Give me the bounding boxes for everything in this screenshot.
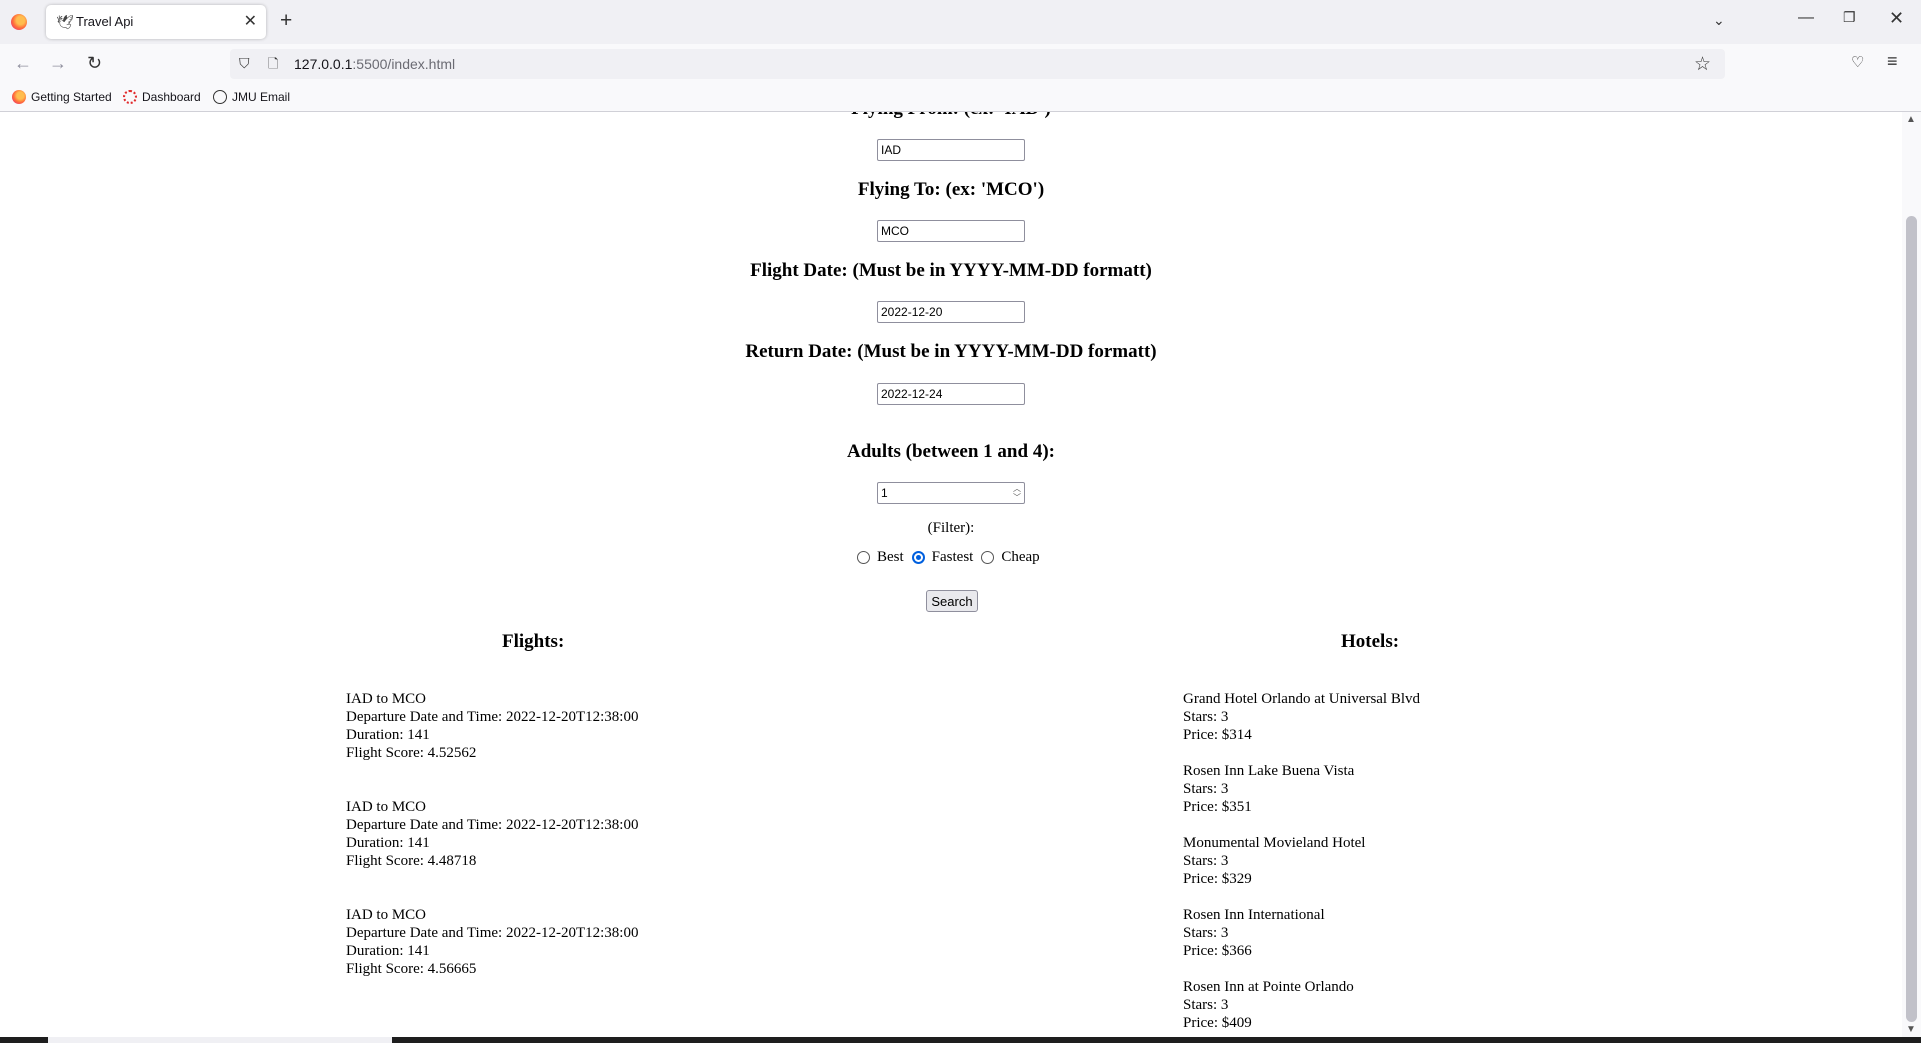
flight-result: IAD to MCO Departure Date and Time: 2022… [346,798,638,870]
url-text[interactable]: 127.0.0.1:5500/index.html [294,56,455,72]
vertical-scrollbar[interactable]: ▲ ▼ [1902,112,1921,1037]
flying-from-label: Flying From: (ex: 'IAD') [0,112,1902,120]
tab-title: Travel Api [76,14,134,29]
bookmark-label: JMU Email [232,90,291,104]
flight-duration: Duration: 141 [346,943,430,959]
flight-duration: Duration: 141 [346,835,430,851]
hotel-result: Rosen Inn Lake Buena Vista Stars: 3 Pric… [1183,762,1354,816]
list-all-tabs-chevron-icon[interactable]: ⌄ [1713,12,1725,29]
firefox-logo-icon[interactable] [11,14,27,30]
hotels-heading: Hotels: [1341,631,1400,652]
pocket-icon[interactable]: ♡ [1851,53,1864,71]
forward-arrow-icon[interactable]: → [49,52,67,74]
hotel-stars: Stars: 3 [1183,781,1229,797]
flight-date-label: Flight Date: (Must be in YYYY-MM-DD form… [750,260,1152,281]
radio-cheap[interactable] [981,551,995,564]
dashboard-bookmark-icon [123,90,137,104]
flying-from-input[interactable] [877,139,1025,161]
hotel-result: Grand Hotel Orlando at Universal Blvd St… [1183,690,1420,744]
radio-fastest[interactable] [911,551,925,564]
radio-best-label[interactable]: Best [877,549,904,566]
scroll-up-arrow-icon[interactable]: ▲ [1906,114,1916,125]
reload-icon[interactable]: ↻ [87,52,102,74]
navigation-bar: ← → ↻ ⛉ 🗋 127.0.0.1:5500/index.html ☆ ♡ … [0,44,1921,84]
hotel-stars: Stars: 3 [1183,709,1229,725]
return-date-label: Return Date: (Must be in YYYY-MM-DD form… [745,341,1157,362]
browser-chrome: 🕊 Travel Api ✕ + ⌄ — ❐ ✕ ← → ↻ ⛉ 🗋 127.0… [0,0,1921,112]
hotel-name: Rosen Inn International [1183,907,1325,923]
bookmarks-toolbar: Getting Started Dashboard JMU Email [0,84,1921,112]
hotel-result: Monumental Movieland Hotel Stars: 3 Pric… [1183,834,1365,888]
flights-heading: Flights: [502,631,565,652]
hotel-result: Rosen Inn International Stars: 3 Price: … [1183,906,1325,960]
tab-strip: 🕊 Travel Api ✕ + ⌄ — ❐ ✕ [0,0,1921,44]
flight-result: IAD to MCO Departure Date and Time: 2022… [346,906,638,978]
flight-duration: Duration: 141 [346,727,430,743]
hotel-result: Rosen Inn at Pointe Orlando Stars: 3 Pri… [1183,978,1354,1032]
hotel-price: Price: $329 [1183,871,1252,887]
flying-to-input[interactable] [877,220,1025,242]
window-close-icon[interactable]: ✕ [1889,8,1904,29]
radio-best[interactable] [857,551,870,564]
page-info-icon[interactable]: 🗋 [268,55,278,77]
filter-label: (Filter): [927,520,975,536]
bookmark-dashboard[interactable]: Dashboard [123,90,201,104]
tab-travel-api[interactable]: 🕊 Travel Api ✕ [46,5,266,39]
flight-result: IAD to MCO Departure Date and Time: 2022… [346,690,638,762]
flight-date-input[interactable] [877,301,1025,323]
return-date-input[interactable] [877,383,1025,405]
scroll-down-arrow-icon[interactable]: ▼ [1906,1024,1916,1035]
radio-fastest-label[interactable]: Fastest [932,549,974,566]
bookmark-getting-started[interactable]: Getting Started [12,90,112,104]
hotel-name: Rosen Inn Lake Buena Vista [1183,763,1355,779]
adults-number-input[interactable]: 1 ︿ ﹀ [877,482,1025,504]
back-arrow-icon[interactable]: ← [14,52,32,74]
hotel-price: Price: $409 [1183,1015,1252,1031]
flight-departure: Departure Date and Time: 2022-12-20T12:3… [346,817,639,833]
page-content: Flying From: (ex: 'IAD') Flying To: (ex:… [0,112,1902,1037]
radio-cheap-label[interactable]: Cheap [1001,549,1039,566]
hotel-price: Price: $314 [1183,727,1252,743]
bookmark-label: Getting Started [31,90,112,104]
flight-score: Flight Score: 4.56665 [346,961,477,977]
globe-icon [213,90,227,104]
bookmark-star-icon[interactable]: ☆ [1694,53,1711,76]
hotel-name: Rosen Inn at Pointe Orlando [1183,979,1354,995]
hotel-stars: Stars: 3 [1183,925,1229,941]
hotel-name: Grand Hotel Orlando at Universal Blvd [1183,691,1421,707]
hotel-name: Monumental Movieland Hotel [1183,835,1366,851]
bookmark-jmu-email[interactable]: JMU Email [213,90,290,104]
search-button[interactable]: Search [926,590,978,612]
hotel-stars: Stars: 3 [1183,853,1229,869]
adults-value: 1 [881,486,888,500]
hotel-stars: Stars: 3 [1183,997,1229,1013]
new-tab-icon[interactable]: + [280,9,292,33]
flight-route: IAD to MCO [346,799,427,815]
scrollbar-thumb[interactable] [1906,216,1917,1022]
url-bar[interactable]: ⛉ 🗋 127.0.0.1:5500/index.html ☆ [230,49,1725,79]
spinner-arrows-icon[interactable]: ︿ ﹀ [1013,484,1021,502]
firefox-bookmark-icon [12,90,26,104]
restore-icon[interactable]: ❐ [1843,9,1856,26]
url-host: 127.0.0.1 [294,56,353,72]
close-tab-icon[interactable]: ✕ [244,12,257,32]
flight-route: IAD to MCO [346,691,427,707]
url-path: :5500/index.html [352,56,456,72]
flight-route: IAD to MCO [346,907,427,923]
bird-favicon-icon: 🕊 [56,14,74,30]
filter-radio-group: Best Fastest Cheap [857,549,1048,566]
hotel-price: Price: $366 [1183,943,1252,959]
minimize-icon[interactable]: — [1798,9,1814,27]
flight-departure: Departure Date and Time: 2022-12-20T12:3… [346,925,639,941]
flying-to-label: Flying To: (ex: 'MCO') [857,179,1045,200]
adults-label: Adults (between 1 and 4): [847,441,1055,462]
taskbar-edge-segment [48,1037,392,1043]
bookmark-label: Dashboard [142,90,201,104]
tracking-shield-icon[interactable]: ⛉ [239,55,250,72]
flight-score: Flight Score: 4.48718 [346,853,477,869]
hamburger-menu-icon[interactable]: ≡ [1887,51,1898,72]
flight-departure: Departure Date and Time: 2022-12-20T12:3… [346,709,639,725]
flight-score: Flight Score: 4.52562 [346,745,477,761]
hotel-price: Price: $351 [1183,799,1252,815]
